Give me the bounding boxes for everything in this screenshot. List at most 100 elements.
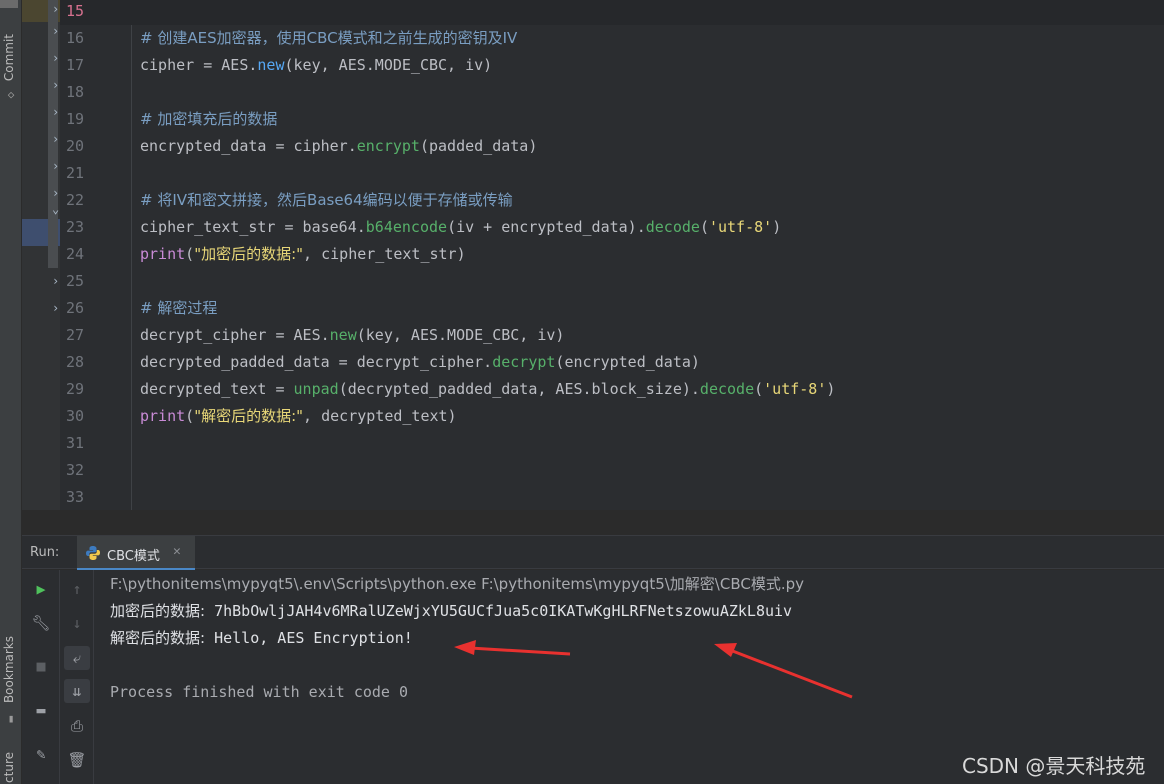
line-number: 18 — [66, 83, 85, 101]
code-line[interactable]: 22 # 将IV和密文拼接，然后Base64编码以便于存储或传输 — [60, 187, 1164, 214]
code-line[interactable]: 21 — [60, 160, 1164, 187]
code-line[interactable]: 23 cipher_text_str = base64.b64encode(iv … — [60, 214, 1164, 241]
pin-icon[interactable]: ✎ — [28, 742, 54, 766]
fold-chevron-icon[interactable]: › — [52, 268, 59, 295]
code-line[interactable]: 17 cipher = AES.new(key, AES.MODE_CBC, iv… — [60, 52, 1164, 79]
soft-wrap-icon[interactable]: ⤶ — [64, 646, 90, 670]
code-token: cipher_text_str = base64. — [140, 218, 366, 236]
python-icon — [86, 546, 100, 560]
console-command-line: F:\pythonitems\mypyqt5\.env\Scripts\pyth… — [110, 571, 804, 598]
wrench-icon[interactable]: 🔧︎ — [28, 611, 54, 635]
fold-chevron-icon[interactable]: › — [52, 18, 59, 45]
code-line[interactable]: 15 — [60, 0, 1164, 25]
code-token: (key, AES.MODE_CBC, iv) — [284, 56, 493, 74]
layout-icon[interactable]: ▬ — [28, 698, 54, 722]
code-token: b64encode — [365, 218, 448, 236]
code-line[interactable]: 26 # 解密过程 — [60, 295, 1164, 322]
fold-chevron-icon[interactable]: › — [52, 153, 59, 180]
scroll-to-end-icon[interactable]: ⇊ — [64, 679, 90, 703]
code-token: cipher = AES. — [140, 56, 258, 74]
code-token: (key, AES.MODE_CBC, iv) — [356, 326, 565, 344]
code-token: (decrypted_padded_data, AES.block_size). — [338, 380, 700, 398]
code-token: ) — [772, 218, 782, 236]
decrypted-value: Hello, AES Encryption! — [205, 629, 413, 647]
console-exit-line: Process finished with exit code 0 — [110, 683, 409, 701]
code-line[interactable]: 31 — [60, 430, 1164, 457]
encrypted-label: 加密后的数据: — [110, 602, 206, 620]
code-token: "解密后的数据:" — [194, 407, 304, 425]
line-number: 27 — [66, 326, 85, 344]
fold-chevron-icon[interactable]: › — [52, 126, 59, 153]
close-icon[interactable]: ✕ — [173, 544, 181, 559]
code-text: print("加密后的数据:", cipher_text_str) — [140, 241, 466, 268]
console-decrypted-line: 解密后的数据: Hello, AES Encryption! — [110, 625, 413, 652]
code-token: new — [329, 326, 357, 344]
code-token: ) — [826, 380, 836, 398]
commit-icon[interactable]: ◇ — [3, 88, 19, 102]
code-line[interactable]: 24 print("加密后的数据:", cipher_text_str) — [60, 241, 1164, 268]
fold-chevron-icon[interactable]: › — [52, 72, 59, 99]
fold-chevron-icon[interactable]: › — [52, 295, 59, 322]
commit-tool-tab[interactable]: Commit — [2, 34, 16, 81]
line-number: 15 — [66, 2, 85, 20]
code-line[interactable]: 32 — [60, 457, 1164, 484]
code-token: # 创建AES加密器，使用CBC模式和之前生成的密钥及IV — [140, 29, 518, 47]
code-text: encrypted_data = cipher.encrypt(padded_d… — [140, 133, 537, 160]
code-line[interactable]: 18 — [60, 79, 1164, 106]
code-text: # 创建AES加密器，使用CBC模式和之前生成的密钥及IV — [140, 25, 517, 52]
code-token: print — [140, 245, 186, 263]
fold-chevron-icon[interactable]: › — [52, 45, 59, 72]
line-number: 23 — [66, 218, 85, 236]
line-number: 21 — [66, 164, 85, 182]
code-line[interactable]: 19 # 加密填充后的数据 — [60, 106, 1164, 133]
code-token: , cipher_text_str) — [303, 245, 466, 263]
bookmark-icon[interactable]: ▮ — [3, 712, 19, 726]
fold-chevron-down-icon[interactable]: ⌄ — [52, 196, 59, 223]
run-toolbar-primary: ▶ 🔧︎ ■ ▬ ✎ — [22, 570, 60, 784]
line-number: 30 — [66, 407, 85, 425]
code-text: # 加密填充后的数据 — [140, 106, 277, 133]
code-line[interactable]: 29 decrypted_text = unpad(decrypted_padde… — [60, 376, 1164, 403]
code-editor[interactable]: › › › › › › › › ⌄ › › 15 16 # 创建AES加密器，使用C… — [22, 0, 1164, 510]
decrypted-label: 解密后的数据: — [110, 629, 206, 647]
csdn-watermark: CSDN @景天科技苑 — [962, 754, 1146, 778]
code-text: cipher = AES.new(key, AES.MODE_CBC, iv) — [140, 52, 492, 79]
scroll-up-icon[interactable]: ↑ — [64, 577, 90, 601]
code-lines: 15 16 # 创建AES加密器，使用CBC模式和之前生成的密钥及IV 17 ciphe… — [60, 0, 1164, 510]
line-number: 32 — [66, 461, 85, 479]
run-tab-cbc[interactable]: CBC模式 ✕ — [77, 536, 195, 570]
code-line[interactable]: 16 # 创建AES加密器，使用CBC模式和之前生成的密钥及IV — [60, 25, 1164, 52]
code-token: ( — [754, 380, 764, 398]
rerun-play-icon[interactable]: ▶ — [28, 577, 54, 601]
scroll-down-icon[interactable]: ↓ — [64, 611, 90, 635]
stop-icon[interactable]: ■ — [28, 654, 54, 678]
line-number: 28 — [66, 353, 85, 371]
fold-column: › › › › › › › › ⌄ › › — [22, 0, 60, 510]
strip-top-block — [0, 0, 18, 8]
code-token: "加密后的数据:" — [194, 245, 304, 263]
line-number: 20 — [66, 137, 85, 155]
code-token: 'utf-8' — [708, 218, 773, 236]
bookmarks-tool-tab[interactable]: Bookmarks — [2, 636, 16, 703]
code-token: encrypt — [356, 137, 420, 155]
code-text: cipher_text_str = base64.b64encode(iv + … — [140, 214, 781, 241]
code-text: decrypt_cipher = AES.new(key, AES.MODE_C… — [140, 322, 564, 349]
fold-chevron-icon[interactable]: › — [52, 99, 59, 126]
trash-icon[interactable]: 🗑︎ — [64, 748, 90, 772]
code-line[interactable]: 27 decrypt_cipher = AES.new(key, AES.MODE… — [60, 322, 1164, 349]
code-line[interactable]: 30 print("解密后的数据:", decrypted_text) — [60, 403, 1164, 430]
code-token: decode — [645, 218, 700, 236]
code-line[interactable]: 33 — [60, 484, 1164, 511]
structure-tool-tab[interactable]: Structure — [2, 752, 16, 784]
code-text: decrypted_padded_data = decrypt_cipher.d… — [140, 349, 700, 376]
code-token: decrypted_padded_data = decrypt_cipher. — [140, 353, 493, 371]
code-line[interactable]: 28 decrypted_padded_data = decrypt_cipher… — [60, 349, 1164, 376]
line-number: 22 — [66, 191, 85, 209]
print-icon[interactable]: ⎙ — [64, 714, 90, 738]
left-tool-strip: Commit ◇ Bookmarks ▮ Structure — [0, 0, 22, 784]
code-line[interactable]: 20 encrypted_data = cipher.encrypt(padded… — [60, 133, 1164, 160]
code-line[interactable]: 25 — [60, 268, 1164, 295]
line-number: 31 — [66, 434, 85, 452]
encrypted-value: 7hBbOwljJAH4v6MRalUZeWjxYU5GUCfJua5c0IKA… — [205, 602, 793, 620]
line-number: 19 — [66, 110, 85, 128]
